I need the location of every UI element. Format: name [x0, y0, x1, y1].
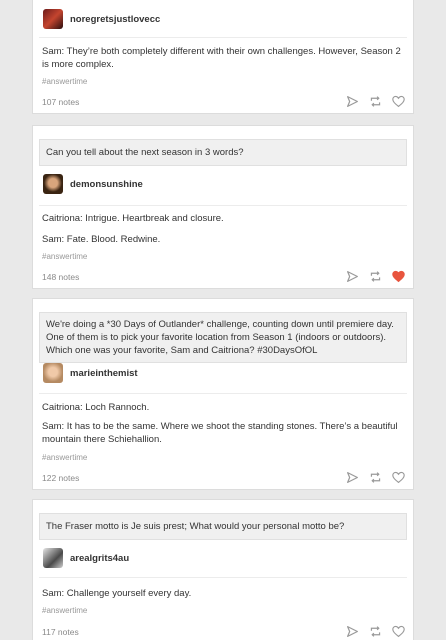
- post-tag[interactable]: #answertime: [42, 453, 87, 462]
- heart-icon[interactable]: [392, 625, 405, 638]
- asker-row[interactable]: noregretsjustlovecc: [33, 9, 170, 29]
- paper-plane-icon[interactable]: [346, 270, 359, 283]
- answer-text: Sam: They’re both completely different w…: [42, 46, 401, 70]
- post-card: We're doing a *30 Days of Outlander* cha…: [32, 298, 414, 490]
- asker-row[interactable]: marieinthemist: [33, 363, 148, 383]
- post-card: Can you tell about the next season in 3 …: [32, 125, 414, 289]
- answer-text: Caitriona: Intrigue. Heartbreak and clos…: [42, 213, 224, 224]
- avatar[interactable]: [43, 548, 63, 568]
- notes-count[interactable]: 107 notes: [42, 97, 79, 107]
- notes-count[interactable]: 122 notes: [42, 473, 79, 483]
- question-box: Can you tell about the next season in 3 …: [39, 139, 407, 166]
- post-card: The Fraser motto is Je suis prest; What …: [32, 499, 414, 640]
- avatar[interactable]: [43, 174, 63, 194]
- post-tag[interactable]: #answertime: [42, 77, 87, 86]
- heart-icon[interactable]: [392, 270, 405, 283]
- heart-icon[interactable]: [392, 471, 405, 484]
- reblog-icon[interactable]: [369, 471, 382, 484]
- reblog-icon[interactable]: [369, 270, 382, 283]
- answer-text: Sam: Challenge yourself every day.: [42, 588, 192, 599]
- question-box: The Fraser motto is Je suis prest; What …: [39, 513, 407, 540]
- reblog-icon[interactable]: [369, 625, 382, 638]
- question-box: We're doing a *30 Days of Outlander* cha…: [39, 312, 407, 363]
- notes-count[interactable]: 148 notes: [42, 272, 79, 282]
- asker-name[interactable]: arealgrits4au: [70, 553, 129, 564]
- answer-text: Sam: It has to be the same. Where we sho…: [42, 421, 398, 445]
- asker-row[interactable]: arealgrits4au: [33, 548, 139, 568]
- paper-plane-icon[interactable]: [346, 625, 359, 638]
- asker-name[interactable]: noregretsjustlovecc: [70, 14, 160, 25]
- paper-plane-icon[interactable]: [346, 471, 359, 484]
- avatar[interactable]: [43, 363, 63, 383]
- heart-icon[interactable]: [392, 95, 405, 108]
- avatar[interactable]: [43, 9, 63, 29]
- post-tag[interactable]: #answertime: [42, 252, 87, 261]
- answer-text: Sam: Fate. Blood. Redwine.: [42, 234, 161, 245]
- paper-plane-icon[interactable]: [346, 95, 359, 108]
- notes-count[interactable]: 117 notes: [42, 627, 79, 637]
- asker-row[interactable]: demonsunshine: [33, 174, 153, 194]
- reblog-icon[interactable]: [369, 95, 382, 108]
- asker-name[interactable]: demonsunshine: [70, 179, 143, 190]
- post-card: noregretsjustlovecc Sam: They’re both co…: [32, 0, 414, 114]
- post-tag[interactable]: #answertime: [42, 606, 87, 615]
- answer-text: Caitriona: Loch Rannoch.: [42, 402, 150, 413]
- asker-name[interactable]: marieinthemist: [70, 368, 138, 379]
